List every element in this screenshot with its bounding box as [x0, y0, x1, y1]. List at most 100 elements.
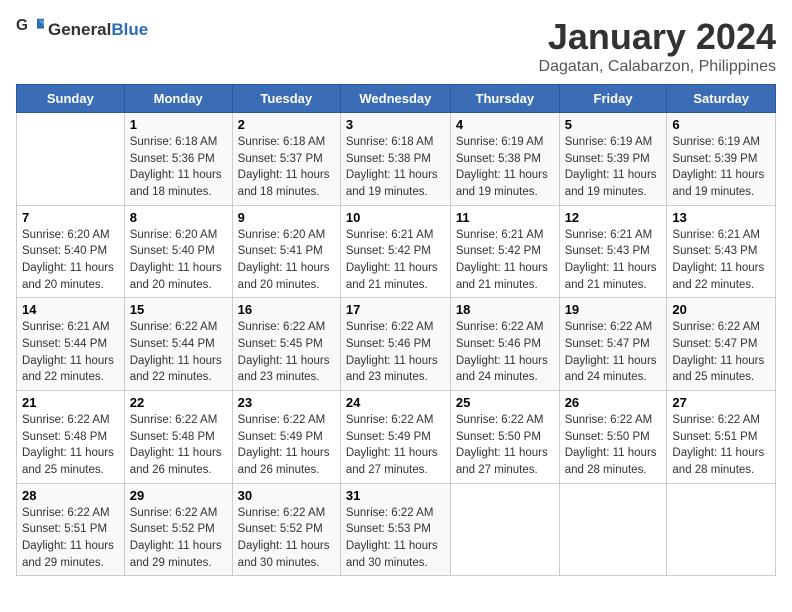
day-number: 3: [346, 117, 445, 132]
calendar-cell: 6Sunrise: 6:19 AM Sunset: 5:39 PM Daylig…: [667, 113, 776, 206]
day-number: 10: [346, 210, 445, 225]
day-number: 9: [238, 210, 335, 225]
day-info: Sunrise: 6:22 AM Sunset: 5:53 PM Dayligh…: [346, 505, 445, 572]
day-number: 20: [672, 302, 770, 317]
day-info: Sunrise: 6:22 AM Sunset: 5:52 PM Dayligh…: [238, 505, 335, 572]
calendar-cell: 12 Sunrise: 6:21 AM Sunset: 5:43 PM Dayli…: [559, 205, 667, 298]
day-info: Sunrise: 6:22 AM Sunset: 5:49 PM Dayligh…: [346, 412, 445, 479]
day-number: 29: [130, 488, 227, 503]
calendar-cell: 22 Sunrise: 6:22 AM Sunset: 5:48 PM Dayli…: [124, 391, 232, 484]
day-info: Sunrise: 6:22 AM Sunset: 5:45 PM Dayligh…: [238, 319, 335, 386]
calendar-cell: 4 Sunrise: 6:19 AM Sunset: 5:38 PM Daylig…: [450, 113, 559, 206]
calendar-cell: 28 Sunrise: 6:22 AM Sunset: 5:51 PM Dayli…: [17, 483, 125, 576]
days-header-row: SundayMondayTuesdayWednesdayThursdayFrid…: [17, 85, 776, 113]
day-number: 12: [565, 210, 662, 225]
day-info: Sunrise: 6:22 AM Sunset: 5:50 PM Dayligh…: [565, 412, 662, 479]
calendar-cell: [559, 483, 667, 576]
calendar-cell: [667, 483, 776, 576]
calendar-cell: 20 Sunrise: 6:22 AM Sunset: 5:47 PM Dayli…: [667, 298, 776, 391]
day-info: Sunrise: 6:22 AM Sunset: 5:51 PM Dayligh…: [22, 505, 119, 572]
calendar-cell: 3Sunrise: 6:18 AM Sunset: 5:38 PM Daylig…: [340, 113, 450, 206]
day-info: Sunrise: 6:22 AM Sunset: 5:49 PM Dayligh…: [238, 412, 335, 479]
day-number: 21: [22, 395, 119, 410]
day-number: 16: [238, 302, 335, 317]
day-number: 19: [565, 302, 662, 317]
day-number: 17: [346, 302, 445, 317]
calendar-subtitle: Dagatan, Calabarzon, Philippines: [539, 58, 776, 76]
week-row-5: 28 Sunrise: 6:22 AM Sunset: 5:51 PM Dayli…: [17, 483, 776, 576]
day-number: 5: [565, 117, 662, 132]
week-row-2: 7 Sunrise: 6:20 AM Sunset: 5:40 PM Daylig…: [17, 205, 776, 298]
calendar-cell: 9 Sunrise: 6:20 AM Sunset: 5:41 PM Daylig…: [232, 205, 340, 298]
day-header-monday: Monday: [124, 85, 232, 113]
day-header-tuesday: Tuesday: [232, 85, 340, 113]
day-header-wednesday: Wednesday: [340, 85, 450, 113]
calendar-cell: 27 Sunrise: 6:22 AM Sunset: 5:51 PM Dayli…: [667, 391, 776, 484]
day-number: 15: [130, 302, 227, 317]
calendar-table: SundayMondayTuesdayWednesdayThursdayFrid…: [16, 84, 776, 576]
calendar-cell: 25 Sunrise: 6:22 AM Sunset: 5:50 PM Dayli…: [450, 391, 559, 484]
calendar-cell: 26 Sunrise: 6:22 AM Sunset: 5:50 PM Dayli…: [559, 391, 667, 484]
calendar-cell: 24 Sunrise: 6:22 AM Sunset: 5:49 PM Dayli…: [340, 391, 450, 484]
day-number: 23: [238, 395, 335, 410]
calendar-cell: 13Sunrise: 6:21 AM Sunset: 5:43 PM Dayli…: [667, 205, 776, 298]
day-info: Sunrise: 6:20 AM Sunset: 5:41 PM Dayligh…: [238, 227, 335, 294]
calendar-cell: 16 Sunrise: 6:22 AM Sunset: 5:45 PM Dayli…: [232, 298, 340, 391]
day-info: Sunrise: 6:19 AM Sunset: 5:39 PM Dayligh…: [672, 134, 770, 201]
day-info: Sunrise: 6:21 AM Sunset: 5:43 PM Dayligh…: [672, 227, 770, 294]
day-info: Sunrise: 6:18 AM Sunset: 5:36 PM Dayligh…: [130, 134, 227, 201]
day-info: Sunrise: 6:21 AM Sunset: 5:42 PM Dayligh…: [456, 227, 554, 294]
day-info: Sunrise: 6:20 AM Sunset: 5:40 PM Dayligh…: [22, 227, 119, 294]
day-info: Sunrise: 6:22 AM Sunset: 5:50 PM Dayligh…: [456, 412, 554, 479]
day-number: 14: [22, 302, 119, 317]
day-info: Sunrise: 6:20 AM Sunset: 5:40 PM Dayligh…: [130, 227, 227, 294]
week-row-3: 14 Sunrise: 6:21 AM Sunset: 5:44 PM Dayli…: [17, 298, 776, 391]
day-number: 2: [238, 117, 335, 132]
day-number: 22: [130, 395, 227, 410]
day-number: 28: [22, 488, 119, 503]
day-info: Sunrise: 6:22 AM Sunset: 5:47 PM Dayligh…: [672, 319, 770, 386]
calendar-title: January 2024: [539, 16, 776, 58]
logo: G GeneralBlue: [16, 16, 148, 44]
day-number: 26: [565, 395, 662, 410]
day-info: Sunrise: 6:21 AM Sunset: 5:44 PM Dayligh…: [22, 319, 119, 386]
calendar-cell: 11 Sunrise: 6:21 AM Sunset: 5:42 PM Dayli…: [450, 205, 559, 298]
day-number: 1: [130, 117, 227, 132]
day-number: 27: [672, 395, 770, 410]
day-info: Sunrise: 6:19 AM Sunset: 5:39 PM Dayligh…: [565, 134, 662, 201]
day-info: Sunrise: 6:22 AM Sunset: 5:51 PM Dayligh…: [672, 412, 770, 479]
day-number: 25: [456, 395, 554, 410]
logo-general: GeneralBlue: [48, 20, 148, 40]
calendar-cell: 23 Sunrise: 6:22 AM Sunset: 5:49 PM Dayli…: [232, 391, 340, 484]
day-number: 11: [456, 210, 554, 225]
day-info: Sunrise: 6:22 AM Sunset: 5:48 PM Dayligh…: [22, 412, 119, 479]
day-info: Sunrise: 6:22 AM Sunset: 5:48 PM Dayligh…: [130, 412, 227, 479]
day-info: Sunrise: 6:22 AM Sunset: 5:44 PM Dayligh…: [130, 319, 227, 386]
day-info: Sunrise: 6:22 AM Sunset: 5:47 PM Dayligh…: [565, 319, 662, 386]
svg-text:G: G: [16, 17, 28, 34]
day-number: 31: [346, 488, 445, 503]
generalblue-icon: G: [16, 16, 44, 44]
day-number: 24: [346, 395, 445, 410]
day-header-saturday: Saturday: [667, 85, 776, 113]
calendar-cell: 7 Sunrise: 6:20 AM Sunset: 5:40 PM Daylig…: [17, 205, 125, 298]
calendar-cell: 30Sunrise: 6:22 AM Sunset: 5:52 PM Dayli…: [232, 483, 340, 576]
day-header-friday: Friday: [559, 85, 667, 113]
day-number: 4: [456, 117, 554, 132]
day-info: Sunrise: 6:19 AM Sunset: 5:38 PM Dayligh…: [456, 134, 554, 201]
week-row-1: 1 Sunrise: 6:18 AM Sunset: 5:36 PM Daylig…: [17, 113, 776, 206]
day-info: Sunrise: 6:21 AM Sunset: 5:43 PM Dayligh…: [565, 227, 662, 294]
calendar-cell: [17, 113, 125, 206]
day-info: Sunrise: 6:22 AM Sunset: 5:46 PM Dayligh…: [346, 319, 445, 386]
title-area: January 2024 Dagatan, Calabarzon, Philip…: [539, 16, 776, 76]
calendar-cell: 8Sunrise: 6:20 AM Sunset: 5:40 PM Daylig…: [124, 205, 232, 298]
day-number: 18: [456, 302, 554, 317]
calendar-cell: 15 Sunrise: 6:22 AM Sunset: 5:44 PM Dayli…: [124, 298, 232, 391]
day-header-thursday: Thursday: [450, 85, 559, 113]
day-info: Sunrise: 6:18 AM Sunset: 5:37 PM Dayligh…: [238, 134, 335, 201]
calendar-cell: [450, 483, 559, 576]
day-info: Sunrise: 6:21 AM Sunset: 5:42 PM Dayligh…: [346, 227, 445, 294]
calendar-cell: 2 Sunrise: 6:18 AM Sunset: 5:37 PM Daylig…: [232, 113, 340, 206]
calendar-cell: 18Sunrise: 6:22 AM Sunset: 5:46 PM Dayli…: [450, 298, 559, 391]
day-number: 7: [22, 210, 119, 225]
